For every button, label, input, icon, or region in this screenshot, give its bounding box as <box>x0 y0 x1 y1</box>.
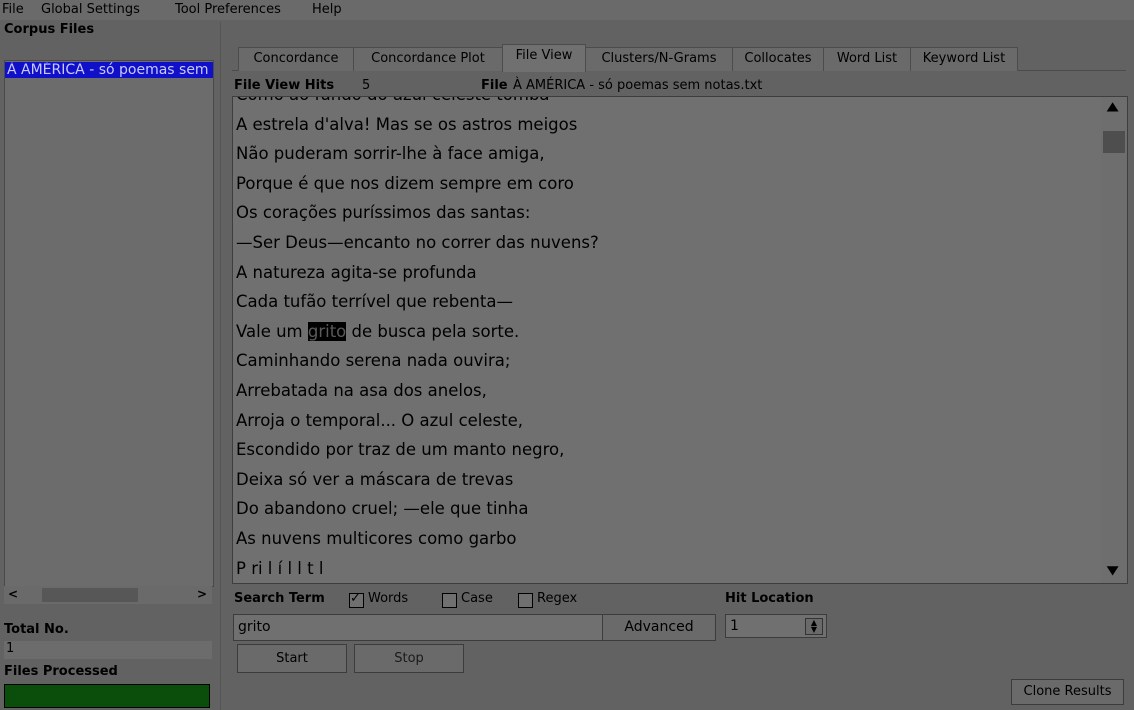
file-vscrollbar[interactable]: ▲ ▼ <box>1101 97 1127 583</box>
menu-bar: File Global Settings Tool Preferences He… <box>0 0 1134 20</box>
tab-file-view[interactable]: File View <box>502 44 586 72</box>
advanced-button[interactable]: Advanced <box>602 614 716 641</box>
text-before-hit: Vale um <box>236 321 308 341</box>
text-line: P ri l í l l t l <box>236 558 324 578</box>
file-text-viewer[interactable]: Como ao fundo do azul celeste tomba A est… <box>232 96 1128 584</box>
file-view-hits-value: 5 <box>362 78 371 93</box>
total-no-label: Total No. <box>4 622 69 637</box>
spinner-down-icon[interactable]: ▼ <box>806 626 822 634</box>
menu-file[interactable]: File <box>2 2 24 17</box>
menu-help[interactable]: Help <box>312 2 342 17</box>
text-line: Os corações puríssimos das santas: <box>236 203 531 223</box>
clone-results-button[interactable]: Clone Results <box>1011 679 1124 705</box>
search-hit-highlight: grito <box>307 321 347 341</box>
corpus-hscroll-thumb[interactable] <box>42 588 138 602</box>
stop-button[interactable]: Stop <box>354 644 464 673</box>
tab-concordance[interactable]: Concordance <box>238 47 354 71</box>
panel-divider[interactable] <box>220 22 221 710</box>
text-line: Vale um grito de busca pela sorte. <box>236 321 520 341</box>
case-checkbox-label[interactable]: Case <box>461 591 493 606</box>
file-text-content[interactable]: Como ao fundo do azul celeste tomba A est… <box>236 97 1098 583</box>
corpus-files-header: Corpus Files <box>4 22 95 37</box>
text-line: —Ser Deus—encanto no correr das nuvens? <box>236 233 599 252</box>
text-line: Porque é que nos dizem sempre em coro <box>236 173 574 193</box>
text-line: Como ao fundo do azul celeste tomba <box>236 97 550 104</box>
tab-concordance-plot[interactable]: Concordance Plot <box>353 47 503 71</box>
file-view-hits-label: File View Hits <box>234 78 335 93</box>
text-line: A natureza agita-se profunda <box>236 262 477 282</box>
hit-location-value: 1 <box>730 618 739 634</box>
corpus-hscrollbar[interactable]: < > <box>4 586 212 604</box>
words-checkbox[interactable]: ✓ <box>349 591 364 608</box>
tab-clusters-ngrams[interactable]: Clusters/N-Grams <box>585 47 733 71</box>
regex-checkbox[interactable] <box>518 593 533 608</box>
file-label: File <box>481 78 508 93</box>
text-line: Escondido por traz de um manto negro, <box>236 440 565 460</box>
text-line: Não puderam sorrir-lhe à face amiga, <box>236 144 545 164</box>
text-line: Arrebatada na asa dos anelos, <box>236 381 487 400</box>
scroll-up-icon[interactable]: ▲ <box>1107 99 1119 113</box>
files-processed-progress <box>4 684 210 708</box>
file-name-value: À AMÉRICA - só poemas sem notas.txt <box>513 78 763 93</box>
text-line: Caminhando serena nada ouvira; <box>236 351 511 371</box>
search-term-label: Search Term <box>234 591 325 606</box>
case-checkbox[interactable] <box>442 593 457 608</box>
scroll-right-icon[interactable]: > <box>197 587 207 601</box>
tab-word-list[interactable]: Word List <box>823 47 911 71</box>
text-line: As nuvens multicores como garbo <box>236 529 517 548</box>
total-no-value: 1 <box>4 641 212 659</box>
words-checkbox-label[interactable]: Words <box>368 591 408 606</box>
text-after-hit: de busca pela sorte. <box>346 321 520 341</box>
spinner-stepper[interactable]: ▲ ▼ <box>805 618 823 635</box>
text-line: Arroja o temporal... O azul celeste, <box>236 410 524 430</box>
start-button[interactable]: Start <box>237 644 347 673</box>
scroll-down-icon[interactable]: ▼ <box>1107 563 1119 577</box>
corpus-file-list[interactable]: À AMÉRICA - só poemas sem notas.txt <box>4 60 214 587</box>
text-line: Cada tufão terrível que rebenta— <box>236 292 513 312</box>
text-line: Deixa só ver a máscara de trevas <box>236 469 514 489</box>
regex-checkbox-label[interactable]: Regex <box>537 591 577 606</box>
text-line: A estrela d'alva! Mas se os astros meigo… <box>236 114 578 134</box>
files-processed-label: Files Processed <box>4 664 118 679</box>
scroll-left-icon[interactable]: < <box>8 587 18 601</box>
progress-fill <box>5 685 209 707</box>
text-line: Do abandono cruel; —ele que tinha <box>236 499 529 519</box>
corpus-file-item[interactable]: À AMÉRICA - só poemas sem notas.txt <box>5 62 213 78</box>
menu-tool-preferences[interactable]: Tool Preferences <box>175 2 281 17</box>
tab-keyword-list[interactable]: Keyword List <box>910 47 1018 71</box>
checkmark-icon: ✓ <box>350 591 361 606</box>
file-vscroll-thumb[interactable] <box>1103 131 1125 153</box>
hit-location-label: Hit Location <box>725 591 814 606</box>
hit-location-spinner[interactable]: 1 ▲ ▼ <box>725 614 827 638</box>
search-term-input[interactable]: grito <box>233 614 605 641</box>
menu-global-settings[interactable]: Global Settings <box>41 2 140 17</box>
tab-collocates[interactable]: Collocates <box>732 47 824 71</box>
